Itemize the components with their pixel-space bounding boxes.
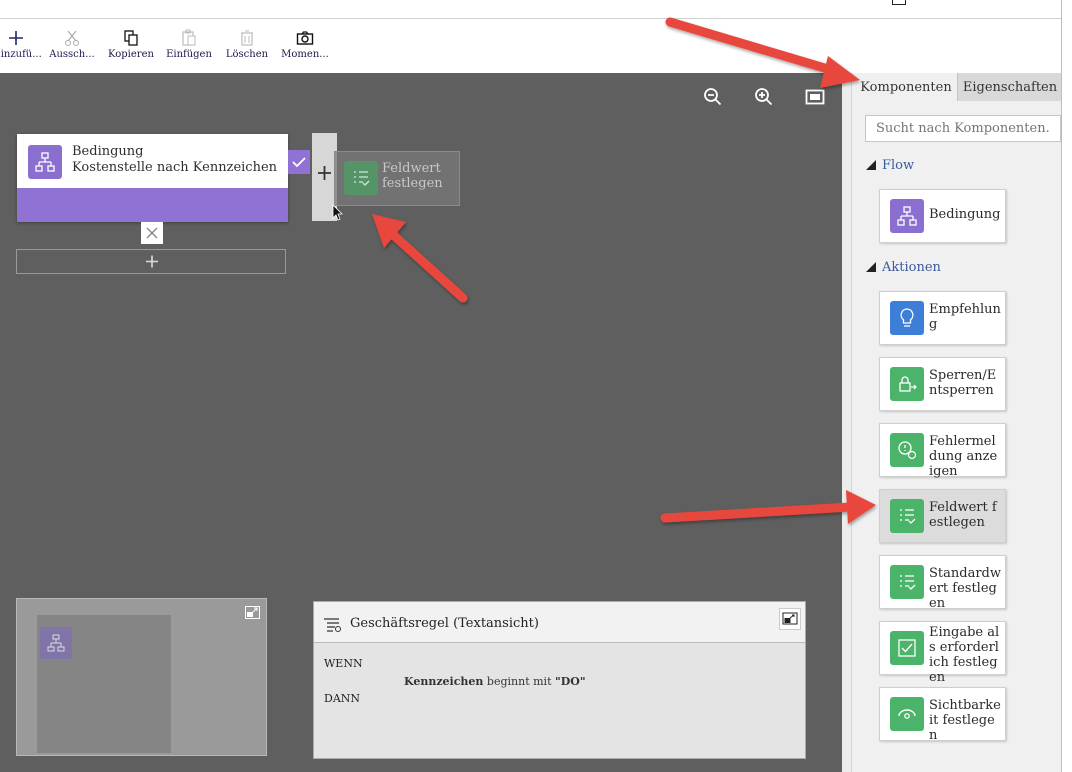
component-label: Standardwert festlegen	[929, 566, 1001, 611]
set-field-value-icon	[344, 161, 378, 195]
component-sichtbarkeit-festlegen[interactable]: Sichtbarkeit festlegen	[879, 687, 1006, 743]
paste-icon	[164, 29, 214, 51]
required-checkbox-icon	[890, 631, 924, 665]
copy-button[interactable]: Kopieren	[106, 29, 156, 69]
node-subtitle: Kostenstelle nach Kennzeichen	[72, 160, 278, 175]
tab-eigenschaften[interactable]: Eigenschaften	[958, 74, 1062, 101]
close-icon	[146, 227, 158, 239]
flow-condition-icon	[28, 145, 62, 179]
rule-dann-label: DANN	[324, 692, 361, 705]
rule-list-icon	[324, 617, 342, 636]
window-right-edge	[1062, 0, 1072, 772]
camera-icon	[278, 29, 332, 51]
section-aktionen[interactable]: Aktionen	[866, 260, 941, 275]
section-flow-title: Flow	[882, 158, 915, 173]
error-message-icon	[890, 433, 924, 467]
lock-toggle-icon	[890, 367, 924, 401]
drag-preview-line2: festlegen	[382, 176, 443, 191]
tab-komponenten[interactable]: Komponenten	[856, 74, 956, 101]
rule-field-name: Kennzeichen	[404, 675, 484, 688]
add-step-bar[interactable]	[16, 249, 286, 274]
component-sperren-entsperren[interactable]: Sperren/Entsperren	[879, 357, 1006, 411]
component-eingabe-erforderlich[interactable]: Eingabe als erforderlich festlegen	[879, 621, 1006, 685]
drag-preview-feldwert: Feldwert festlegen	[334, 151, 460, 206]
node-title: Bedingung	[72, 144, 144, 159]
snapshot-button-label: Momen...	[281, 49, 329, 60]
eye-icon	[890, 697, 924, 731]
flow-condition-icon	[890, 199, 924, 233]
component-empfehlung[interactable]: Empfehlung	[879, 291, 1006, 345]
minimap[interactable]	[16, 598, 267, 756]
component-label: Sichtbarkeit festlegen	[929, 698, 1001, 743]
plus-icon	[0, 29, 40, 51]
cut-button[interactable]: Aussch...	[48, 29, 96, 69]
true-branch-check-icon[interactable]	[288, 150, 310, 174]
drag-preview-line1: Feldwert	[382, 161, 441, 176]
add-button[interactable]: Hinzufü...	[0, 29, 42, 69]
copy-icon	[106, 29, 156, 51]
section-aktionen-title: Aktionen	[882, 260, 941, 275]
condition-node[interactable]: Bedingung Kostenstelle nach Kennzeichen	[17, 134, 288, 222]
scissors-icon	[48, 29, 96, 51]
zoom-in-icon[interactable]	[754, 87, 774, 107]
add-button-label: Hinzufü...	[0, 49, 42, 60]
expand-panel-icon[interactable]	[779, 608, 801, 630]
panel-splitter[interactable]	[842, 73, 851, 772]
cut-button-label: Aussch...	[49, 49, 95, 60]
lightbulb-icon	[890, 301, 924, 335]
rule-value: "DO"	[555, 675, 586, 688]
component-label: Bedingung	[929, 207, 1001, 222]
component-feldwert-festlegen[interactable]: Feldwert festlegen	[879, 489, 1006, 543]
paste-button[interactable]: Einfügen	[164, 29, 214, 69]
window-border	[1061, 0, 1062, 772]
section-flow[interactable]: Flow	[866, 158, 914, 173]
component-label: Eingabe als erforderlich festlegen	[929, 625, 1000, 685]
component-bedingung[interactable]: Bedingung	[879, 189, 1006, 243]
remove-branch-button[interactable]	[141, 222, 163, 244]
component-label: Sperren/Entsperren	[929, 368, 997, 398]
rule-condition-line: Kennzeichen beginnt mit "DO"	[404, 675, 586, 688]
set-default-value-icon	[890, 565, 924, 599]
component-label: Feldwert festlegen	[929, 500, 997, 530]
rule-operator: beginnt mit	[483, 675, 555, 688]
trash-icon	[222, 29, 272, 51]
rule-text-view-panel: Geschäftsregel (Textansicht) WENN Kennze…	[313, 601, 806, 759]
copy-button-label: Kopieren	[108, 49, 154, 60]
collapse-triangle-icon	[866, 160, 876, 170]
node-footer-band	[17, 188, 288, 222]
mouse-cursor-icon	[332, 204, 344, 226]
component-standardwert-festlegen[interactable]: Standardwert festlegen	[879, 555, 1006, 611]
snapshot-button[interactable]: Momen...	[278, 29, 332, 69]
set-field-value-icon	[890, 499, 924, 533]
delete-button[interactable]: Löschen	[222, 29, 272, 69]
minimap-node-icon	[40, 627, 72, 659]
component-fehlermeldung[interactable]: Fehlermeldung anzeigen	[879, 423, 1006, 479]
zoom-out-icon[interactable]	[703, 87, 723, 107]
rule-wenn-label: WENN	[324, 657, 363, 670]
delete-button-label: Löschen	[225, 49, 269, 60]
toolbar: Hinzufü... Aussch... Kopieren Einfügen L…	[0, 19, 1062, 73]
minimap-collapse-icon[interactable]	[245, 604, 260, 623]
collapse-triangle-icon	[866, 262, 876, 272]
paste-button-label: Einfügen	[166, 49, 212, 60]
fit-to-screen-icon[interactable]	[805, 87, 825, 107]
component-label: Fehlermeldung anzeigen	[929, 434, 998, 479]
rule-text-view-title: Geschäftsregel (Textansicht)	[350, 616, 539, 631]
component-search-input[interactable]	[865, 115, 1061, 142]
window-icon	[892, 0, 906, 5]
plus-icon	[146, 255, 158, 268]
component-label: Empfehlung	[929, 302, 1001, 332]
